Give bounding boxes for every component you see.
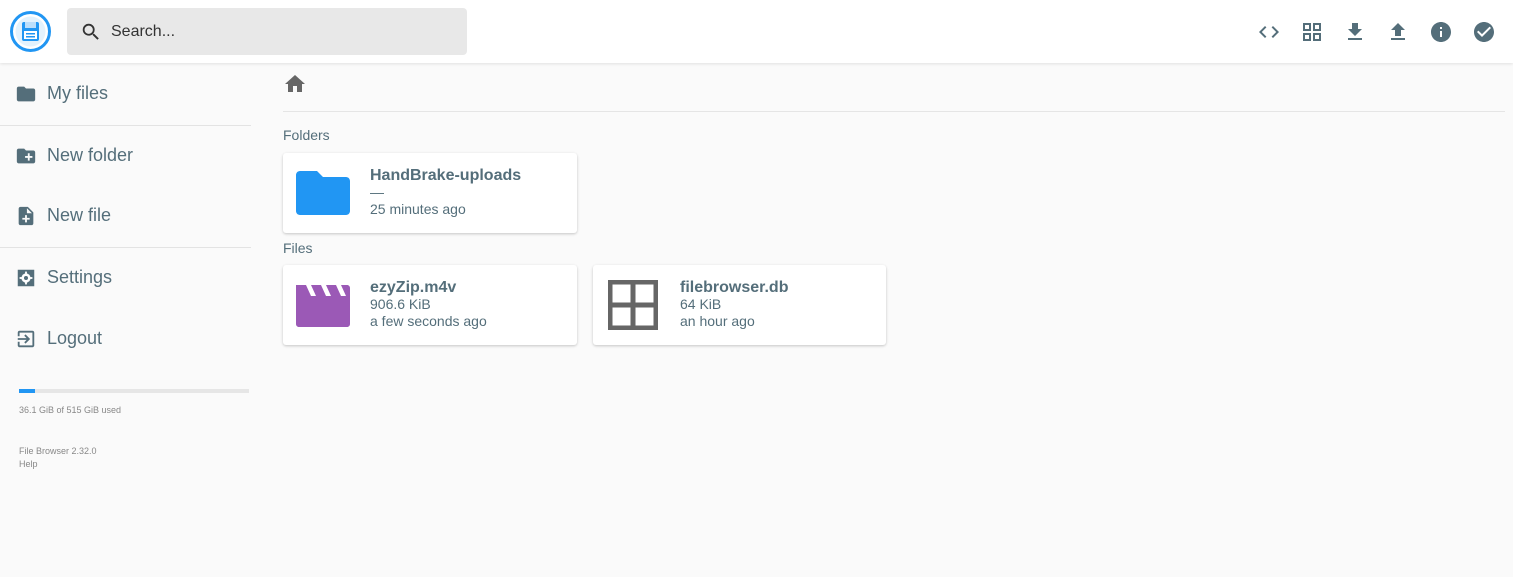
settings-icon xyxy=(15,267,37,289)
breadcrumb-divider xyxy=(283,111,1505,112)
sidebar-item-label: Logout xyxy=(47,328,103,348)
disk-usage-bar xyxy=(19,389,249,393)
credits: File Browser 2.32.0 Help xyxy=(19,445,97,471)
sidebar-item-label: Settings xyxy=(47,267,113,287)
grid-view-icon[interactable] xyxy=(1290,15,1333,49)
header-actions xyxy=(1247,15,1505,49)
sidebar-item-label: My files xyxy=(47,83,109,103)
folder-item[interactable]: HandBrake-uploads — 25 minutes ago xyxy=(283,153,577,233)
sidebar-item-new-folder[interactable]: New folder xyxy=(0,125,251,186)
breadcrumb-home[interactable] xyxy=(283,73,311,99)
help-link[interactable]: Help xyxy=(19,458,97,471)
exit-icon xyxy=(15,328,37,350)
sidebar-item-logout[interactable]: Logout xyxy=(0,308,251,369)
item-modified: an hour ago xyxy=(680,313,755,329)
item-modified: 25 minutes ago xyxy=(370,201,466,217)
movie-icon xyxy=(295,279,351,331)
sidebar-item-label: New folder xyxy=(47,145,134,165)
sidebar-item-settings[interactable]: Settings xyxy=(0,247,251,308)
code-icon[interactable] xyxy=(1247,15,1290,49)
item-modified: a few seconds ago xyxy=(370,313,487,329)
search-icon xyxy=(79,20,103,44)
item-name: ezyZip.m4v xyxy=(370,279,457,296)
check-circle-icon[interactable] xyxy=(1462,15,1505,49)
version-text: File Browser 2.32.0 xyxy=(19,446,97,456)
item-size: 64 KiB xyxy=(680,296,722,312)
folder-icon xyxy=(15,83,37,105)
search-bar[interactable] xyxy=(67,8,467,55)
search-input[interactable] xyxy=(111,22,451,41)
home-icon xyxy=(283,72,307,101)
file-item[interactable]: ezyZip.m4v 906.6 KiB a few seconds ago xyxy=(283,265,577,345)
sidebar: My files New folder New file Settings Lo… xyxy=(0,63,251,577)
item-size: — xyxy=(370,184,384,200)
upload-icon[interactable] xyxy=(1376,15,1419,49)
disk-usage-fill xyxy=(19,389,36,393)
item-name: filebrowser.db xyxy=(680,279,789,296)
info-icon[interactable] xyxy=(1419,15,1462,49)
floppy-disk-logo[interactable] xyxy=(10,11,51,52)
download-icon[interactable] xyxy=(1333,15,1376,49)
folder-icon xyxy=(295,167,351,219)
sidebar-item-new-file[interactable]: New file xyxy=(0,185,251,246)
top-bar xyxy=(0,0,1513,63)
note-add-icon xyxy=(15,205,37,227)
item-size: 906.6 KiB xyxy=(370,296,431,312)
database-grid-icon xyxy=(605,279,661,331)
create-new-folder-icon xyxy=(15,145,37,167)
files-heading: Files xyxy=(283,240,313,256)
sidebar-item-label: New file xyxy=(47,205,112,225)
folders-heading: Folders xyxy=(283,127,330,143)
disk-usage-text: 36.1 GiB of 515 GiB used xyxy=(19,405,122,415)
item-name: HandBrake-uploads xyxy=(370,167,522,184)
sidebar-item-my-files[interactable]: My files xyxy=(0,63,251,124)
file-item[interactable]: filebrowser.db 64 KiB an hour ago xyxy=(593,265,886,345)
file-listing: Folders HandBrake-uploads — 25 minutes a… xyxy=(283,63,1505,577)
